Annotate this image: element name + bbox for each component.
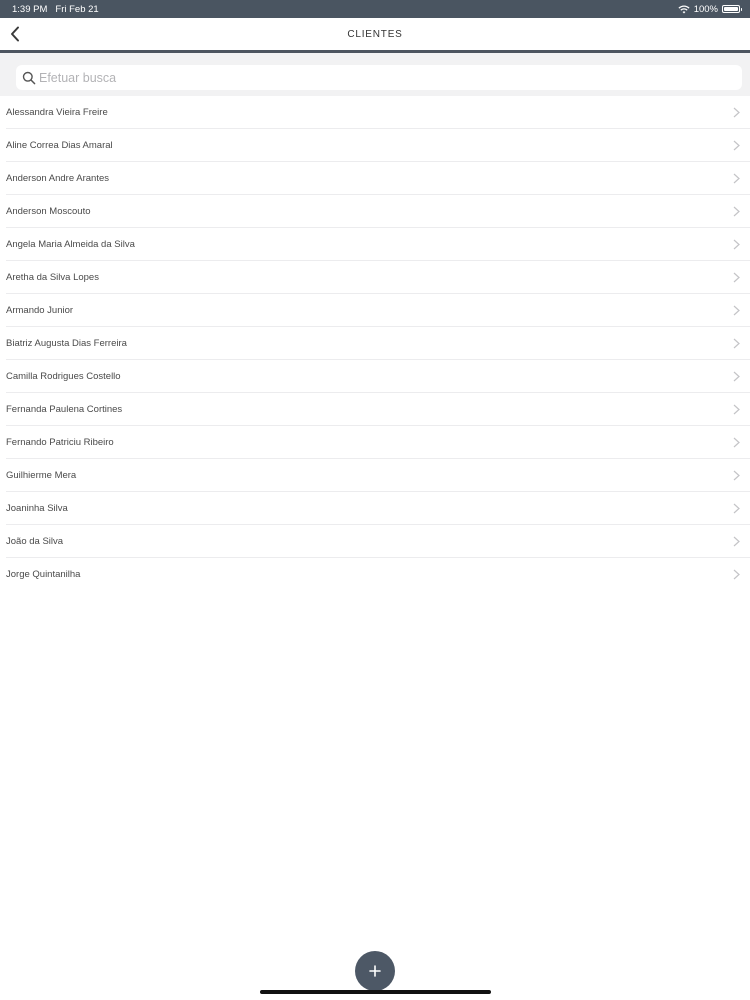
- chevron-right-icon: [733, 569, 740, 580]
- add-client-button[interactable]: [355, 951, 395, 991]
- chevron-right-icon: [733, 437, 740, 448]
- chevron-right-icon: [733, 470, 740, 481]
- chevron-left-icon: [11, 26, 19, 42]
- list-item[interactable]: Camilla Rodrigues Costello: [0, 360, 750, 393]
- battery-level: [724, 7, 738, 11]
- list-item[interactable]: Biatriz Augusta Dias Ferreira: [0, 327, 750, 360]
- navigation-bar: CLIENTES: [0, 18, 750, 50]
- chevron-right-icon: [733, 404, 740, 415]
- chevron-right-icon: [733, 239, 740, 250]
- chevron-right-icon: [733, 173, 740, 184]
- client-name: Camilla Rodrigues Costello: [6, 371, 121, 382]
- list-item[interactable]: Guilhierme Mera: [0, 459, 750, 492]
- client-name: Aretha da Silva Lopes: [6, 272, 99, 283]
- client-name: Guilhierme Mera: [6, 470, 77, 481]
- client-name: Jorge Quintanilha: [6, 569, 81, 580]
- client-name: Anderson Moscouto: [6, 206, 91, 217]
- home-indicator: [260, 990, 491, 994]
- chevron-right-icon: [733, 107, 740, 118]
- list-item[interactable]: Aretha da Silva Lopes: [0, 261, 750, 294]
- list-item[interactable]: Anderson Moscouto: [0, 195, 750, 228]
- client-name: Biatriz Augusta Dias Ferreira: [6, 338, 127, 349]
- page-title: CLIENTES: [347, 28, 403, 40]
- list-item[interactable]: Fernanda Paulena Cortines: [0, 393, 750, 426]
- wifi-icon: [678, 4, 690, 13]
- search-bar: [0, 53, 750, 96]
- list-item[interactable]: Anderson Andre Arantes: [0, 162, 750, 195]
- status-time: 1:39 PM: [12, 3, 48, 15]
- plus-icon: [369, 965, 381, 977]
- list-item[interactable]: Jorge Quintanilha: [0, 558, 750, 591]
- chevron-right-icon: [733, 536, 740, 547]
- client-name: Joaninha Silva: [6, 503, 68, 514]
- client-name: Alessandra Vieira Freire: [6, 107, 108, 118]
- client-name: Armando Junior: [6, 305, 74, 316]
- battery-icon: [722, 5, 742, 13]
- list-item[interactable]: Fernando Patriciu Ribeiro: [0, 426, 750, 459]
- client-name: Fernando Patriciu Ribeiro: [6, 437, 114, 448]
- list-item[interactable]: Angela Maria Almeida da Silva: [0, 228, 750, 261]
- chevron-right-icon: [733, 338, 740, 349]
- list-item[interactable]: Joaninha Silva: [0, 492, 750, 525]
- client-name: Angela Maria Almeida da Silva: [6, 239, 135, 250]
- chevron-right-icon: [733, 140, 740, 151]
- list-item[interactable]: Armando Junior: [0, 294, 750, 327]
- status-bar: 1:39 PM Fri Feb 21 100%: [0, 0, 750, 18]
- list-item[interactable]: João da Silva: [0, 525, 750, 558]
- client-name: Fernanda Paulena Cortines: [6, 404, 123, 415]
- list-item[interactable]: Aline Correa Dias Amaral: [0, 129, 750, 162]
- battery-percent: 100%: [693, 3, 718, 15]
- back-button[interactable]: [4, 22, 26, 46]
- client-name: Anderson Andre Arantes: [6, 173, 109, 184]
- chevron-right-icon: [733, 305, 740, 316]
- status-date: Fri Feb 21: [55, 3, 99, 15]
- client-name: Aline Correa Dias Amaral: [6, 140, 113, 151]
- chevron-right-icon: [733, 272, 740, 283]
- chevron-right-icon: [733, 371, 740, 382]
- client-list: Alessandra Vieira Freire Aline Correa Dia…: [0, 96, 750, 591]
- search-box[interactable]: [16, 65, 742, 90]
- chevron-right-icon: [733, 503, 740, 514]
- search-icon: [22, 71, 36, 84]
- search-input[interactable]: [39, 70, 689, 85]
- client-name: João da Silva: [6, 536, 64, 547]
- list-item[interactable]: Alessandra Vieira Freire: [0, 96, 750, 129]
- chevron-right-icon: [733, 206, 740, 217]
